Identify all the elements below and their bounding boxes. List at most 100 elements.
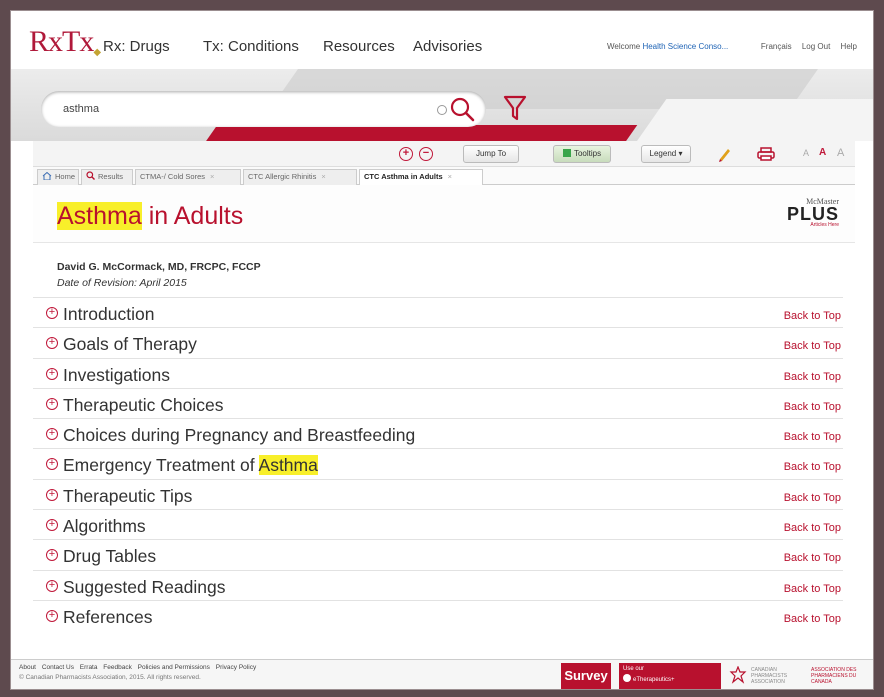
back-to-top-link[interactable]: Back to Top <box>784 583 841 595</box>
close-icon[interactable]: × <box>448 172 452 181</box>
search-band <box>11 69 873 141</box>
section-title[interactable]: Investigations <box>63 365 170 386</box>
filter-icon[interactable] <box>503 94 527 122</box>
mcmaster-plus-logo[interactable]: McMaster PLUS Articles Here <box>759 197 839 228</box>
font-size-small[interactable]: A <box>803 148 809 158</box>
legend-dropdown[interactable]: Legend ▾ <box>641 145 691 163</box>
section-title-text: Algorithms <box>63 516 146 537</box>
expand-icon[interactable]: + <box>46 579 58 592</box>
expand-icon[interactable]: + <box>46 609 58 622</box>
legend-label: Legend <box>649 149 677 158</box>
expand-icon[interactable]: + <box>46 397 58 410</box>
nav-resources[interactable]: Resources <box>323 38 395 55</box>
back-to-top-link[interactable]: Back to Top <box>784 613 841 625</box>
font-size-medium[interactable]: A <box>819 147 826 158</box>
font-size-large[interactable]: A <box>837 147 844 159</box>
jump-to-button[interactable]: Jump To <box>463 145 519 163</box>
section-title[interactable]: Therapeutic Choices <box>63 395 224 416</box>
section-row[interactable]: + References Back to Top <box>33 599 843 630</box>
section-row[interactable]: + Goals of Therapy Back to Top <box>33 327 843 357</box>
section-row[interactable]: + Introduction Back to Top <box>33 297 843 327</box>
decorative-stripe <box>635 99 873 141</box>
section-row[interactable]: + Suggested Readings Back to Top <box>33 569 843 600</box>
francais-link[interactable]: Français <box>761 42 792 51</box>
revision-date: Date of Revision: April 2015 <box>57 277 187 289</box>
back-to-top-link[interactable]: Back to Top <box>784 401 841 413</box>
close-icon[interactable]: × <box>321 172 325 181</box>
footer-link-feedback[interactable]: Feedback <box>103 664 132 671</box>
expand-icon[interactable]: + <box>46 519 58 532</box>
section-row[interactable]: + Therapeutic Choices Back to Top <box>33 387 843 418</box>
section-title[interactable]: Introduction <box>63 304 154 325</box>
expand-icon[interactable]: + <box>46 458 58 471</box>
back-to-top-link[interactable]: Back to Top <box>784 461 841 473</box>
tab-home[interactable]: Home <box>37 169 79 185</box>
logout-link[interactable]: Log Out <box>802 42 830 51</box>
section-row[interactable]: + Algorithms Back to Top <box>33 509 843 539</box>
survey-button[interactable]: Survey <box>561 663 611 689</box>
back-to-top-link[interactable]: Back to Top <box>784 310 841 322</box>
expand-icon[interactable]: + <box>46 428 58 441</box>
section-title[interactable]: Emergency Treatment of Asthma <box>63 455 318 476</box>
footer-link-errata[interactable]: Errata <box>80 664 98 671</box>
etherapeutics-banner[interactable]: Use our eTherapeutics+ <box>619 663 721 689</box>
section-title[interactable]: Therapeutic Tips <box>63 486 192 507</box>
section-row[interactable]: + Investigations Back to Top <box>33 357 843 388</box>
section-title[interactable]: Goals of Therapy <box>63 334 197 355</box>
tab-allergic-rhinitis[interactable]: CTC Allergic Rhinitis × <box>243 169 357 185</box>
back-to-top-link[interactable]: Back to Top <box>784 552 841 564</box>
footer-link-about[interactable]: About <box>19 664 36 671</box>
nav-advisories[interactable]: Advisories <box>413 38 482 55</box>
nav-rx-drugs[interactable]: Rx: Drugs <box>103 38 170 55</box>
tooltips-button[interactable]: Tooltips <box>553 145 611 163</box>
expand-icon[interactable]: + <box>46 549 58 562</box>
search-icon[interactable] <box>449 96 475 122</box>
tab-cold-sores[interactable]: CTMA-/ Cold Sores × <box>135 169 241 185</box>
copyright: © Canadian Pharmacists Association, 2015… <box>19 674 201 681</box>
tab-label: Results <box>98 172 124 181</box>
section-title[interactable]: Suggested Readings <box>63 577 225 598</box>
clear-search-icon[interactable] <box>437 105 447 115</box>
back-to-top-link[interactable]: Back to Top <box>784 522 841 534</box>
expand-icon[interactable]: + <box>46 367 58 380</box>
app-window: RxTx◆ Rx: Drugs Tx: Conditions Resources… <box>10 10 874 690</box>
tooltips-indicator-icon <box>562 149 571 157</box>
footer-link-privacy[interactable]: Privacy Policy <box>216 664 256 671</box>
pencil-icon[interactable] <box>717 146 731 162</box>
banner-label: Use our <box>623 666 645 672</box>
section-title[interactable]: Drug Tables <box>63 546 156 567</box>
expand-icon[interactable]: + <box>46 307 58 319</box>
expand-all-icon[interactable]: + <box>399 147 413 161</box>
close-icon[interactable]: × <box>210 172 214 181</box>
back-to-top-link[interactable]: Back to Top <box>784 371 841 383</box>
help-link[interactable]: Help <box>841 42 857 51</box>
user-link[interactable]: Health Science Conso... <box>642 42 728 51</box>
back-to-top-link[interactable]: Back to Top <box>784 431 841 443</box>
home-icon <box>42 172 52 180</box>
back-to-top-link[interactable]: Back to Top <box>784 340 841 352</box>
search-box <box>41 91 486 127</box>
back-to-top-link[interactable]: Back to Top <box>784 492 841 504</box>
search-input[interactable] <box>63 100 423 118</box>
footer-link-policies[interactable]: Policies and Permissions <box>138 664 210 671</box>
section-title[interactable]: References <box>63 607 153 628</box>
expand-icon[interactable]: + <box>46 337 58 350</box>
tab-results[interactable]: Results <box>81 169 133 185</box>
section-title[interactable]: Algorithms <box>63 516 146 537</box>
tab-label: CTC Allergic Rhinitis <box>248 172 317 181</box>
footer-link-contact[interactable]: Contact Us <box>42 664 74 671</box>
expand-icon[interactable]: + <box>46 488 58 501</box>
collapse-all-icon[interactable]: − <box>419 147 433 161</box>
section-row[interactable]: + Emergency Treatment of Asthma Back to To… <box>33 448 843 478</box>
section-row[interactable]: + Choices during Pregnancy and Breastfeed… <box>33 418 843 448</box>
section-row[interactable]: + Drug Tables Back to Top <box>33 539 843 569</box>
cpha-name-en: CANADIAN PHARMACISTS ASSOCIATION <box>751 667 788 685</box>
nav-tx-conditions[interactable]: Tx: Conditions <box>203 38 299 55</box>
tab-asthma-in-adults[interactable]: CTC Asthma in Adults × <box>359 169 483 186</box>
cpha-name-fr: ASSOCIATION DES PHARMACIENS DU CANADA <box>811 667 857 685</box>
section-row[interactable]: + Therapeutic Tips Back to Top <box>33 478 843 509</box>
section-title[interactable]: Choices during Pregnancy and Breastfeedi… <box>63 425 415 446</box>
section-list: + Introduction Back to Top + Goals of Therap… <box>33 297 843 630</box>
print-icon[interactable] <box>757 147 775 161</box>
logo[interactable]: RxTx◆ <box>29 25 101 59</box>
